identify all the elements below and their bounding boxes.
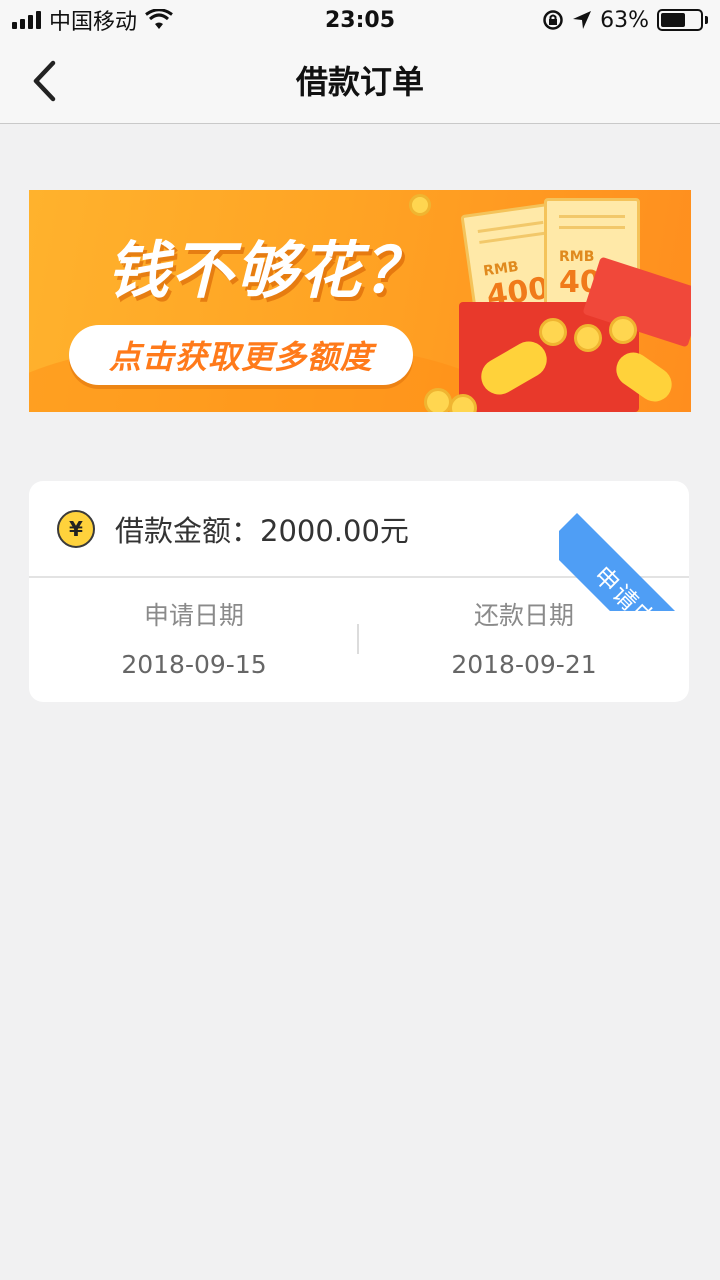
battery-icon <box>657 9 708 31</box>
orientation-lock-icon <box>543 10 563 30</box>
loan-order-card[interactable]: ¥ 借款金额：2000.00元 申请中 申请日期 2018-09-15 还款日期… <box>29 481 689 702</box>
cellular-signal-icon <box>12 11 41 29</box>
banner-cta-label: 点击获取更多额度 <box>108 338 373 376</box>
apply-date-column: 申请日期 2018-09-15 <box>29 578 359 700</box>
yen-coin-icon: ¥ <box>57 509 95 548</box>
ticket-currency: RMB <box>559 249 595 265</box>
wifi-icon <box>145 9 173 29</box>
battery-percent: 63% <box>600 7 649 33</box>
order-dates: 申请日期 2018-09-15 还款日期 2018-09-21 <box>29 578 689 700</box>
navigation-bar: 借款订单 <box>0 40 720 124</box>
apply-date-value: 2018-09-15 <box>121 650 267 679</box>
location-arrow-icon <box>573 11 592 29</box>
loan-amount: 借款金额：2000.00元 <box>115 513 409 548</box>
banner-cta-pill[interactable]: 点击获取更多额度 <box>69 325 413 385</box>
column-divider <box>357 624 359 654</box>
promo-banner[interactable]: 钱不够花？ 点击获取更多额度 RMB 4000 RMB 4000 <box>29 190 691 412</box>
repay-date-column: 还款日期 2018-09-21 <box>359 578 689 700</box>
repay-date-label: 还款日期 <box>473 601 574 630</box>
coin-icon <box>539 318 567 346</box>
coin-icon <box>574 324 602 352</box>
carrier-name: 中国移动 <box>49 10 138 35</box>
repay-date-value: 2018-09-21 <box>451 650 597 679</box>
page-title: 借款订单 <box>295 63 424 101</box>
apply-date-label: 申请日期 <box>143 601 244 630</box>
coin-icon <box>409 194 431 216</box>
status-right: 63% <box>542 8 708 33</box>
banner-headline: 钱不够花？ <box>107 234 428 307</box>
coin-icon <box>609 316 637 344</box>
status-bar: 中国移动 23:05 63% <box>0 0 720 40</box>
status-left: 中国移动 <box>12 4 173 36</box>
coin-icon <box>424 388 452 412</box>
